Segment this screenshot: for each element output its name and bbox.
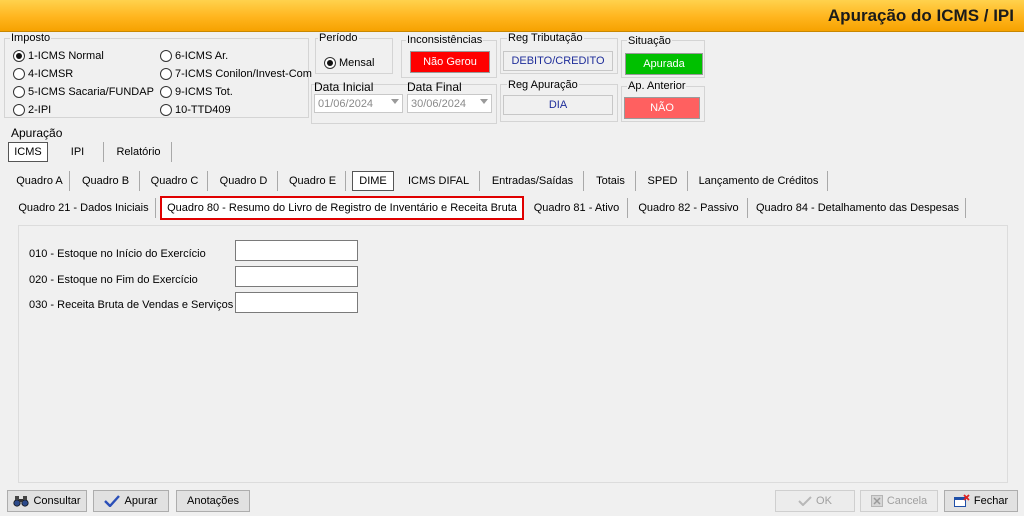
imposto-label: Imposto: [10, 32, 52, 44]
fechar-button[interactable]: Fechar: [944, 490, 1018, 512]
ok-label: OK: [816, 495, 832, 507]
consultar-button[interactable]: Consultar: [7, 490, 87, 512]
radio-label: Mensal: [339, 57, 375, 69]
tab-sped[interactable]: SPED: [638, 171, 688, 191]
tab-quadro-80[interactable]: Quadro 80 - Resumo do Livro de Registro …: [160, 196, 524, 220]
situacao-badge: Apurada: [625, 53, 703, 75]
tab-dime[interactable]: DIME: [352, 171, 394, 191]
ap-anterior-label: Ap. Anterior: [627, 80, 687, 92]
field-label-010: 010 - Estoque no Início do Exercício: [29, 248, 206, 260]
ok-button[interactable]: OK: [775, 490, 855, 512]
radio-circle: [160, 50, 172, 62]
radio-label: 7-ICMS Conilon/Invest-Com: [175, 68, 312, 80]
estoque-fim-input[interactable]: [235, 266, 358, 287]
anotacoes-button[interactable]: Anotações: [176, 490, 250, 512]
radio-label: 2-IPI: [28, 104, 52, 116]
tab-icms-difal[interactable]: ICMS DIFAL: [398, 171, 480, 191]
check-icon: [104, 495, 121, 507]
tab-relatorio[interactable]: Relatório: [106, 142, 172, 162]
radio-circle: [13, 68, 25, 80]
radio-label: 4-ICMSR: [28, 68, 74, 80]
data-final-value: 30/06/2024: [411, 97, 467, 110]
tab-quadro-d[interactable]: Quadro D: [210, 171, 278, 191]
radio-label: 9-ICMS Tot.: [175, 86, 233, 98]
cancela-label: Cancela: [886, 495, 928, 507]
tab-ipi[interactable]: IPI: [52, 142, 104, 162]
situacao-label: Situação: [627, 35, 672, 47]
title-bar: Apuração do ICMS / IPI: [0, 0, 1024, 32]
inconsistencias-label: Inconsistências: [406, 34, 484, 46]
fechar-label: Fechar: [973, 495, 1009, 507]
radio-icms-tot[interactable]: 9-ICMS Tot.: [160, 86, 233, 98]
radio-circle: [160, 68, 172, 80]
estoque-inicio-input[interactable]: [235, 240, 358, 261]
data-inicial-input[interactable]: 01/06/2024: [314, 94, 403, 113]
radio-ipi[interactable]: 2-IPI: [13, 104, 51, 116]
tab-icms[interactable]: ICMS: [8, 142, 48, 162]
inconsistencias-badge: Não Gerou: [410, 51, 490, 73]
tab-quadro-e[interactable]: Quadro E: [280, 171, 346, 191]
binoculars-icon: [13, 496, 30, 507]
data-inicial-value: 01/06/2024: [318, 97, 374, 110]
radio-label: 1-ICMS Normal: [28, 50, 104, 62]
tab-quadro-81[interactable]: Quadro 81 - Ativo: [526, 198, 628, 218]
tab-lancamento-creditos[interactable]: Lançamento de Créditos: [690, 171, 828, 191]
receita-bruta-input[interactable]: [235, 292, 358, 313]
radio-label: 10-TTD409: [175, 104, 231, 116]
radio-icms-conilon[interactable]: 7-ICMS Conilon/Invest-Com: [160, 68, 312, 80]
chevron-down-icon: [391, 99, 399, 104]
radio-circle: [324, 57, 336, 69]
cancel-icon: [870, 495, 883, 507]
ap-anterior-badge: NÃO: [624, 97, 700, 119]
data-final-input[interactable]: 30/06/2024: [407, 94, 492, 113]
tab-quadro-82[interactable]: Quadro 82 - Passivo: [630, 198, 748, 218]
radio-label: 5-ICMS Sacaria/FUNDAP: [28, 86, 154, 98]
radio-label: 6-ICMS Ar.: [175, 50, 229, 62]
chevron-down-icon: [480, 99, 488, 104]
check-icon: [798, 496, 812, 506]
tab-quadro-c[interactable]: Quadro C: [142, 171, 208, 191]
tab-quadro-21[interactable]: Quadro 21 - Dados Iniciais: [12, 198, 156, 218]
radio-circle: [160, 104, 172, 116]
radio-icms-ar[interactable]: 6-ICMS Ar.: [160, 50, 228, 62]
radio-icms-normal[interactable]: 1-ICMS Normal: [13, 50, 104, 62]
window-title: Apuração do ICMS / IPI: [827, 6, 1014, 25]
radio-circle: [13, 86, 25, 98]
radio-circle: [160, 86, 172, 98]
tab-quadro-a[interactable]: Quadro A: [10, 171, 70, 191]
tab-quadro-84[interactable]: Quadro 84 - Detalhamento das Despesas: [750, 198, 966, 218]
reg-tributacao-value: DEBITO/CREDITO: [503, 51, 613, 71]
quadro-80-panel: [18, 225, 1008, 483]
radio-icmsr[interactable]: 4-ICMSR: [13, 68, 73, 80]
apurar-label: Apurar: [124, 495, 158, 507]
apurar-button[interactable]: Apurar: [93, 490, 169, 512]
radio-circle: [13, 50, 25, 62]
consultar-label: Consultar: [33, 495, 81, 507]
reg-apuracao-label: Reg Apuração: [507, 79, 579, 91]
tab-entradas-saidas[interactable]: Entradas/Saídas: [482, 171, 584, 191]
data-final-label: Data Final: [407, 80, 462, 94]
anotacoes-label: Anotações: [187, 495, 239, 507]
data-inicial-label: Data Inicial: [314, 80, 374, 94]
tab-quadro-b[interactable]: Quadro B: [72, 171, 140, 191]
field-label-020: 020 - Estoque no Fim do Exercício: [29, 274, 198, 286]
cancela-button[interactable]: Cancela: [860, 490, 938, 512]
reg-apuracao-value: DIA: [503, 95, 613, 115]
periodo-label: Período: [318, 32, 359, 44]
radio-ttd409[interactable]: 10-TTD409: [160, 104, 231, 116]
close-window-icon: [953, 494, 970, 507]
radio-circle: [13, 104, 25, 116]
tab-totais[interactable]: Totais: [586, 171, 636, 191]
radio-mensal[interactable]: Mensal: [324, 57, 374, 69]
reg-tributacao-label: Reg Tributação: [507, 32, 584, 44]
apuracao-label: Apuração: [10, 126, 64, 140]
radio-icms-sacaria[interactable]: 5-ICMS Sacaria/FUNDAP: [13, 86, 154, 98]
field-label-030: 030 - Receita Bruta de Vendas e Serviços: [29, 299, 234, 311]
